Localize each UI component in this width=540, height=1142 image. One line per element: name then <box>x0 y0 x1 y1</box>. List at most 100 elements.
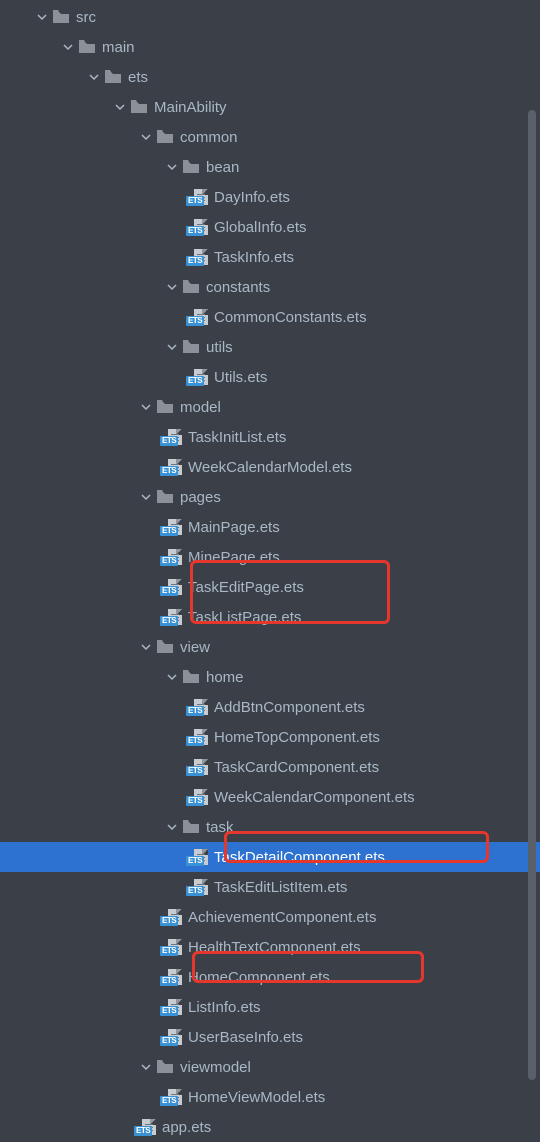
tree-file[interactable]: ETSAchievementComponent.ets <box>0 902 540 932</box>
scrollbar[interactable] <box>528 110 536 1080</box>
folder-icon <box>182 668 200 686</box>
tree-file[interactable]: ETS HomeViewModel.ets <box>0 1082 540 1112</box>
chevron-down-icon[interactable] <box>136 127 156 147</box>
tree-item-label: MainPage.ets <box>188 519 280 536</box>
tree-file[interactable]: ETSTaskEditListItem.ets <box>0 872 540 902</box>
tree-file[interactable]: ETSapp.ets <box>0 1112 540 1142</box>
chevron-down-icon[interactable] <box>162 667 182 687</box>
ets-file-icon: ETS <box>162 999 182 1015</box>
tree-item-label: main <box>102 39 135 56</box>
tree-file[interactable]: ETSTaskListPage.ets <box>0 602 540 632</box>
tree-item-label: UserBaseInfo.ets <box>188 1029 303 1046</box>
ets-file-icon: ETS <box>188 219 208 235</box>
tree-file[interactable]: ETS UserBaseInfo.ets <box>0 1022 540 1052</box>
tree-item-label: Utils.ets <box>214 369 267 386</box>
ets-file-icon: ETS <box>136 1119 156 1135</box>
ets-file-icon: ETS <box>188 759 208 775</box>
tree-file[interactable]: ETSHomeComponent.ets <box>0 962 540 992</box>
tree-folder[interactable]: home <box>0 662 540 692</box>
ets-file-icon: ETS <box>162 939 182 955</box>
chevron-down-icon[interactable] <box>162 157 182 177</box>
tree-folder[interactable]: view <box>0 632 540 662</box>
folder-icon <box>78 38 96 56</box>
ets-file-icon: ETS <box>188 849 208 865</box>
tree-item-label: task <box>206 819 234 836</box>
ets-file-icon: ETS <box>188 309 208 325</box>
tree-folder[interactable]: utils <box>0 332 540 362</box>
tree-item-label: utils <box>206 339 233 356</box>
tree-item-label: ets <box>128 69 148 86</box>
tree-file[interactable]: ETSDayInfo.ets <box>0 182 540 212</box>
ets-file-icon: ETS <box>188 249 208 265</box>
tree-folder[interactable]: ets <box>0 62 540 92</box>
tree-folder[interactable]: pages <box>0 482 540 512</box>
tree-folder[interactable]: task <box>0 812 540 842</box>
tree-folder[interactable]: src <box>0 2 540 32</box>
chevron-down-icon[interactable] <box>136 487 156 507</box>
tree-item-label: pages <box>180 489 221 506</box>
tree-item-label: TaskCardComponent.ets <box>214 759 379 776</box>
chevron-down-icon[interactable] <box>136 397 156 417</box>
folder-icon <box>182 158 200 176</box>
tree-file[interactable]: ETS WeekCalendarModel.ets <box>0 452 540 482</box>
tree-file[interactable]: ETSMinePage.ets <box>0 542 540 572</box>
tree-file[interactable]: ETSTaskInitList.ets <box>0 422 540 452</box>
file-tree: src main ets MainAbility common bean ETSDayInf… <box>0 0 540 1142</box>
tree-item-label: TaskEditListItem.ets <box>214 879 347 896</box>
tree-file[interactable]: ETS TaskInfo.ets <box>0 242 540 272</box>
chevron-down-icon[interactable] <box>136 1057 156 1077</box>
tree-file[interactable]: ETSListInfo.ets <box>0 992 540 1022</box>
chevron-down-icon[interactable] <box>162 817 182 837</box>
tree-item-label: HomeViewModel.ets <box>188 1089 325 1106</box>
tree-file[interactable]: ETS WeekCalendarComponent.ets <box>0 782 540 812</box>
tree-file[interactable]: ETS TaskEditPage.ets <box>0 572 540 602</box>
tree-item-label: TaskInfo.ets <box>214 249 294 266</box>
folder-icon <box>52 8 70 26</box>
tree-item-label: TaskDetailComponent.ets <box>214 849 385 866</box>
tree-item-label: WeekCalendarComponent.ets <box>214 789 415 806</box>
ets-file-icon: ETS <box>162 579 182 595</box>
tree-folder[interactable]: model <box>0 392 540 422</box>
chevron-down-icon[interactable] <box>58 37 78 57</box>
chevron-down-icon[interactable] <box>32 7 52 27</box>
tree-folder[interactable]: viewmodel <box>0 1052 540 1082</box>
tree-file[interactable]: ETS TaskCardComponent.ets <box>0 752 540 782</box>
tree-file[interactable]: ETSGlobalInfo.ets <box>0 212 540 242</box>
tree-item-label: AchievementComponent.ets <box>188 909 376 926</box>
tree-file[interactable]: ETS TaskDetailComponent.ets <box>0 842 540 872</box>
chevron-down-icon[interactable] <box>162 337 182 357</box>
tree-folder[interactable]: constants <box>0 272 540 302</box>
ets-file-icon: ETS <box>188 369 208 385</box>
chevron-down-icon[interactable] <box>110 97 130 117</box>
ets-file-icon: ETS <box>162 969 182 985</box>
tree-folder[interactable]: MainAbility <box>0 92 540 122</box>
tree-file[interactable]: ETSMainPage.ets <box>0 512 540 542</box>
ets-file-icon: ETS <box>188 789 208 805</box>
ets-file-icon: ETS <box>162 459 182 475</box>
tree-file[interactable]: ETSAddBtnComponent.ets <box>0 692 540 722</box>
chevron-down-icon[interactable] <box>84 67 104 87</box>
chevron-down-icon[interactable] <box>162 277 182 297</box>
tree-item-label: CommonConstants.ets <box>214 309 367 326</box>
tree-item-label: MainAbility <box>154 99 227 116</box>
tree-folder[interactable]: main <box>0 32 540 62</box>
tree-item-label: bean <box>206 159 239 176</box>
ets-file-icon: ETS <box>162 1089 182 1105</box>
tree-item-label: HomeTopComponent.ets <box>214 729 380 746</box>
tree-item-label: TaskEditPage.ets <box>188 579 304 596</box>
folder-icon <box>182 278 200 296</box>
tree-item-label: WeekCalendarModel.ets <box>188 459 352 476</box>
tree-item-label: AddBtnComponent.ets <box>214 699 365 716</box>
tree-file[interactable]: ETSHealthTextComponent.ets <box>0 932 540 962</box>
tree-folder[interactable]: common <box>0 122 540 152</box>
folder-icon <box>156 398 174 416</box>
folder-icon <box>182 818 200 836</box>
tree-file[interactable]: ETS Utils.ets <box>0 362 540 392</box>
tree-file[interactable]: ETS CommonConstants.ets <box>0 302 540 332</box>
folder-icon <box>182 338 200 356</box>
chevron-down-icon[interactable] <box>136 637 156 657</box>
tree-file[interactable]: ETSHomeTopComponent.ets <box>0 722 540 752</box>
tree-folder[interactable]: bean <box>0 152 540 182</box>
ets-file-icon: ETS <box>162 1029 182 1045</box>
ets-file-icon: ETS <box>162 549 182 565</box>
